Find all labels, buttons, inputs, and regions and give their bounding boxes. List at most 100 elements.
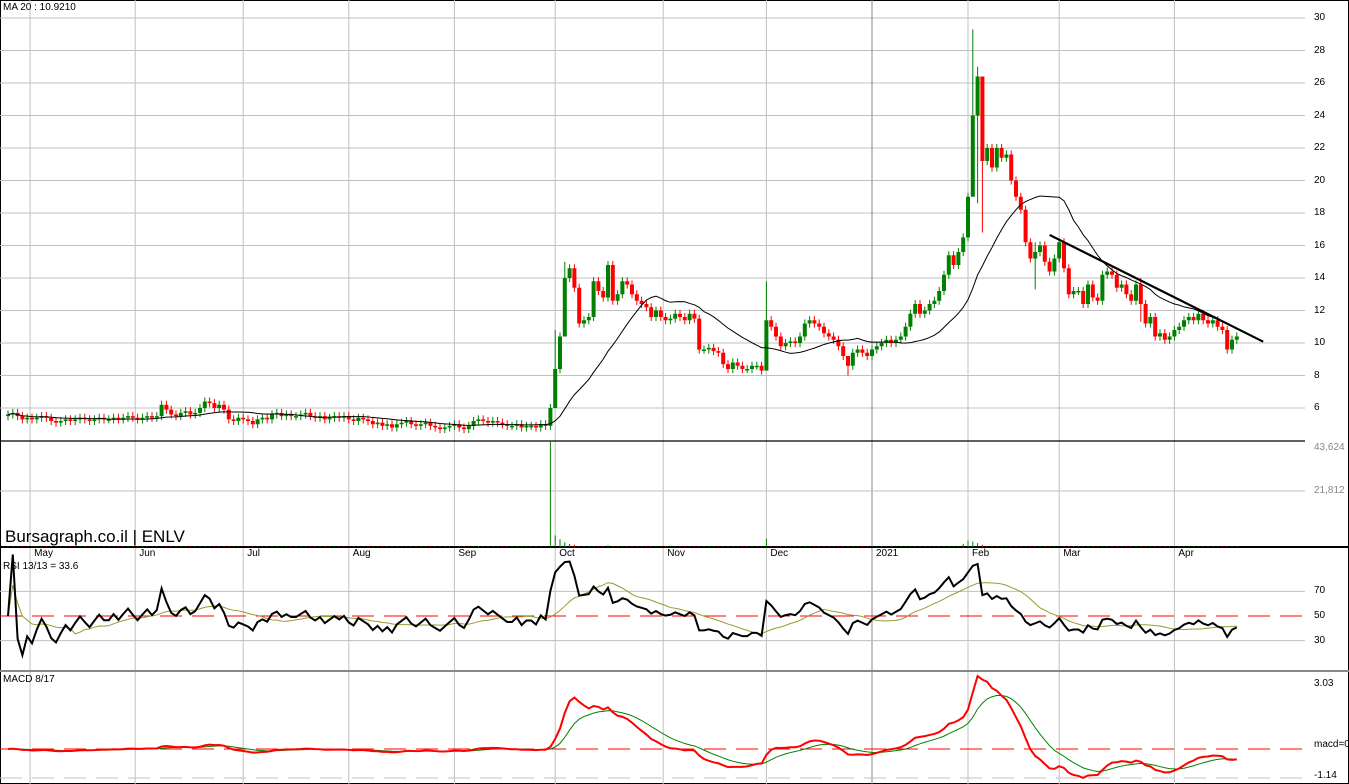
- candle-body: [447, 425, 452, 428]
- candle-body: [606, 265, 610, 298]
- candle-body: [1134, 284, 1138, 301]
- candle-body: [20, 416, 25, 420]
- candle-body: [260, 417, 265, 420]
- rsi-tick-label: 70: [1314, 585, 1326, 597]
- stock-chart: MA 20 : 10.9210 Bursagraph.co.il | ENLV …: [0, 0, 1349, 784]
- candle-body: [1210, 320, 1215, 324]
- candle-body: [356, 417, 361, 421]
- candle-body: [1201, 313, 1206, 321]
- candle-body: [735, 362, 740, 366]
- candle-body: [366, 419, 370, 421]
- candle-body: [812, 320, 817, 324]
- candle-body: [1004, 154, 1009, 158]
- candle-body: [817, 323, 822, 327]
- candle-body: [601, 291, 606, 298]
- candle-body: [327, 417, 332, 420]
- price-tick-label: 6: [1314, 402, 1320, 413]
- chart-border: [0, 0, 1349, 784]
- candle-body: [1148, 317, 1153, 324]
- volume-tick-label: 21,812: [1314, 485, 1345, 496]
- chart-canvas: [0, 0, 1349, 784]
- candle-body: [870, 349, 874, 356]
- candle-body: [178, 412, 183, 417]
- price-tick-label: 22: [1314, 142, 1326, 153]
- candle-body: [294, 416, 298, 418]
- candle-body: [236, 417, 241, 421]
- candle-body: [668, 318, 673, 321]
- candle-body: [558, 336, 562, 369]
- candle-body: [980, 76, 985, 161]
- candle-body: [1167, 336, 1172, 340]
- candle-body: [1114, 274, 1119, 288]
- candle-body: [750, 365, 754, 369]
- candle-body: [966, 196, 970, 238]
- candle-body: [932, 300, 937, 304]
- candle-body: [999, 148, 1004, 158]
- candle-body: [745, 369, 750, 371]
- candle-body: [462, 427, 466, 430]
- month-label: Jul: [247, 548, 260, 559]
- candle-body: [951, 255, 956, 265]
- candle-body: [596, 281, 601, 291]
- candle-body: [1153, 317, 1158, 337]
- candle-body: [706, 347, 711, 350]
- price-tick-label: 16: [1314, 239, 1326, 251]
- candle-body: [591, 281, 596, 317]
- month-label: 2021: [876, 548, 899, 559]
- candle-body: [663, 317, 668, 321]
- candle-body: [1028, 242, 1033, 259]
- candle-body: [1124, 284, 1129, 295]
- candle-body: [654, 310, 658, 317]
- candle-body: [1110, 271, 1114, 275]
- candle-body: [246, 419, 250, 421]
- candle-body: [466, 425, 471, 430]
- price-tick-label: 20: [1314, 174, 1326, 186]
- candle-body: [721, 352, 726, 365]
- candle-body: [1172, 330, 1177, 337]
- candle-body: [222, 404, 226, 410]
- candle-body: [961, 237, 966, 252]
- candle-body: [418, 424, 423, 426]
- candle-body: [702, 349, 706, 351]
- rsi-line: [7, 554, 1238, 659]
- candle-body: [759, 365, 764, 371]
- candle-body: [1095, 297, 1100, 301]
- candle-body: [30, 417, 34, 420]
- candle-body: [169, 409, 174, 415]
- candle-body: [255, 419, 260, 425]
- candle-body: [788, 341, 793, 343]
- candle-body: [726, 364, 730, 369]
- month-label: Feb: [972, 548, 990, 559]
- price-tick-label: 8: [1314, 369, 1320, 381]
- candle-body: [798, 336, 802, 343]
- candle-body: [428, 422, 433, 426]
- candle-body: [303, 412, 308, 415]
- candle-body: [778, 336, 783, 347]
- candle-body: [265, 417, 270, 420]
- candle-body: [740, 365, 745, 369]
- candle-body: [433, 425, 438, 428]
- candle-body: [1071, 291, 1076, 295]
- candle-body: [620, 281, 625, 295]
- candle-body: [764, 320, 769, 371]
- candle-body: [145, 416, 150, 418]
- month-label: Aug: [352, 548, 371, 559]
- candle-body: [500, 422, 505, 425]
- candle-body: [202, 401, 207, 408]
- rsi-tick-label: 50: [1314, 610, 1326, 621]
- candle-body: [922, 310, 927, 314]
- candle-body: [678, 313, 682, 317]
- candle-body: [154, 416, 159, 418]
- candle-body: [1191, 317, 1196, 321]
- candle-body: [1038, 245, 1042, 252]
- candle-body: [394, 424, 399, 428]
- candle-body: [1119, 284, 1124, 288]
- price-tick-label: 10: [1314, 337, 1326, 348]
- candle-body: [586, 317, 591, 321]
- candle-body: [946, 255, 951, 275]
- macd-tick-label: 3.03: [1314, 678, 1334, 689]
- candle-body: [850, 352, 855, 366]
- candle-body: [212, 403, 217, 408]
- rsi-tick-label: 30: [1314, 634, 1326, 646]
- candle-body: [1177, 326, 1182, 330]
